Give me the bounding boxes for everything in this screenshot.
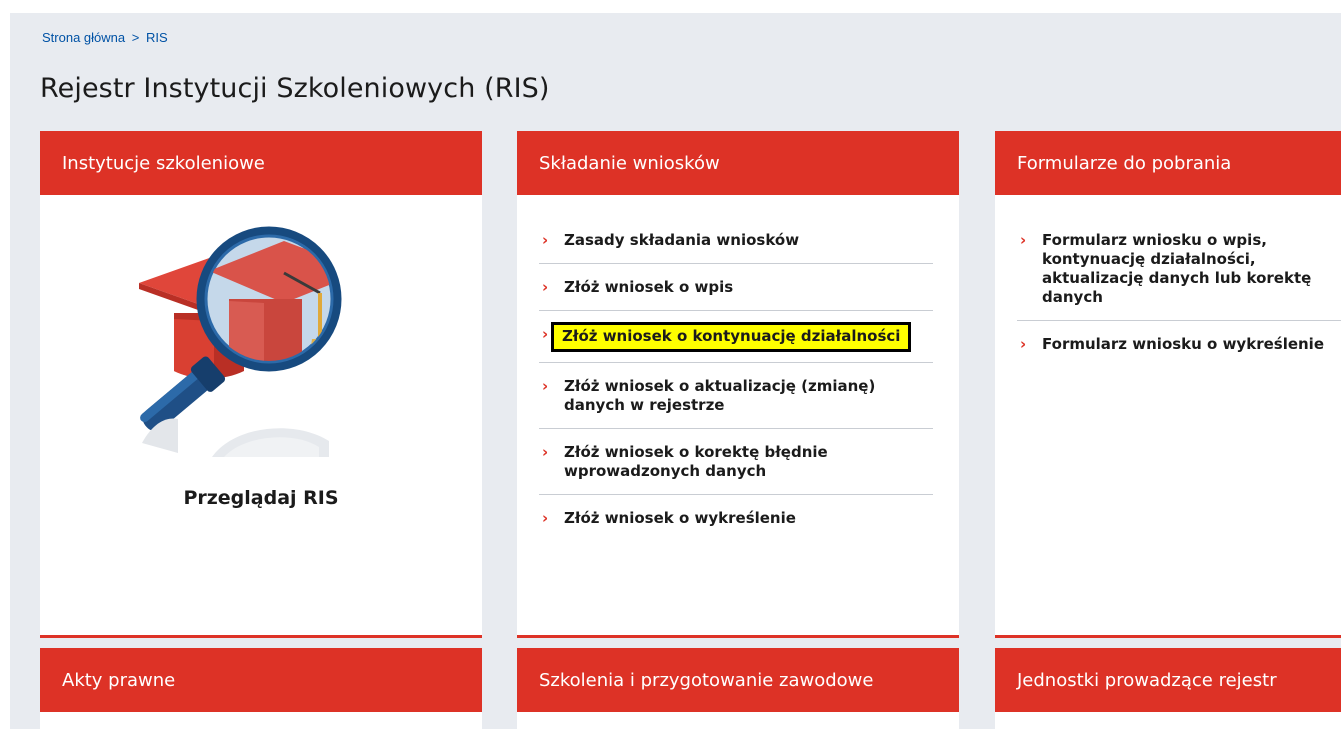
- card-institutions-header[interactable]: Instytucje szkoleniowe: [40, 131, 482, 195]
- page-title: Rejestr Instytucji Szkoleniowych (RIS): [40, 73, 550, 104]
- forms-link-list: › Formularz wniosku o wpis, kontynuację …: [1017, 231, 1341, 367]
- breadcrumb-home-link[interactable]: Strona główna: [42, 30, 125, 45]
- chevron-right-icon: ›: [542, 278, 549, 296]
- list-item: › Złóż wniosek o aktualizację (zmianę) d…: [539, 363, 933, 429]
- chevron-right-icon: ›: [542, 325, 549, 343]
- card-forms-header[interactable]: Formularze do pobrania: [995, 131, 1341, 195]
- card-institutions: Instytucje szkoleniowe Przeglądaj RIS: [40, 131, 482, 638]
- chevron-right-icon: ›: [542, 443, 549, 461]
- card-bottom-line: [517, 635, 959, 638]
- chevron-right-icon: ›: [542, 509, 549, 527]
- breadcrumb-separator: >: [131, 30, 140, 45]
- list-item: › Złóż wniosek o kontynuację działalnośc…: [539, 311, 933, 363]
- list-item: › Formularz wniosku o wykreślenie: [1017, 321, 1341, 367]
- browse-ris-link[interactable]: Przeglądaj RIS: [40, 487, 482, 509]
- card-applications-header[interactable]: Składanie wniosków: [517, 131, 959, 195]
- graduation-cap-magnifier-icon[interactable]: [134, 221, 344, 471]
- list-item: › Złóż wniosek o wpis: [539, 264, 933, 311]
- submit-correction-link[interactable]: Złóż wniosek o korektę błędnie wprowadzo…: [564, 443, 828, 480]
- chevron-right-icon: ›: [542, 231, 549, 249]
- list-item: › Formularz wniosku o wpis, kontynuację …: [1017, 231, 1341, 321]
- card-units-header[interactable]: Jednostki prowadzące rejestr: [995, 648, 1341, 712]
- page-content: Strona główna > RIS Rejestr Instytucji S…: [10, 13, 1341, 729]
- list-item: › Złóż wniosek o korektę błędnie wprowad…: [539, 429, 933, 495]
- list-item: › Złóż wniosek o wykreślenie: [539, 495, 933, 541]
- card-applications: Składanie wniosków › Zasady składania wn…: [517, 131, 959, 638]
- chevron-right-icon: ›: [1020, 231, 1027, 249]
- applications-link-list: › Zasady składania wniosków › Złóż wnios…: [539, 231, 933, 541]
- card-bottom-line: [995, 635, 1341, 638]
- card-units: Jednostki prowadzące rejestr: [995, 648, 1341, 729]
- breadcrumb-current: RIS: [145, 30, 168, 45]
- form-entry-download-link[interactable]: Formularz wniosku o wpis, kontynuację dz…: [1042, 231, 1311, 306]
- card-legal: Akty prawne: [40, 648, 482, 729]
- chevron-right-icon: ›: [542, 377, 549, 395]
- card-training-header[interactable]: Szkolenia i przygotowanie zawodowe: [517, 648, 959, 712]
- submit-removal-link[interactable]: Złóż wniosek o wykreślenie: [564, 509, 796, 527]
- card-legal-header[interactable]: Akty prawne: [40, 648, 482, 712]
- card-training: Szkolenia i przygotowanie zawodowe: [517, 648, 959, 729]
- list-item: › Zasady składania wniosków: [539, 231, 933, 264]
- submit-update-link[interactable]: Złóż wniosek o aktualizację (zmianę) dan…: [564, 377, 875, 414]
- breadcrumb: Strona główna > RIS: [42, 30, 168, 45]
- submit-entry-link[interactable]: Złóż wniosek o wpis: [564, 278, 733, 296]
- submit-continuation-link[interactable]: Złóż wniosek o kontynuację działalności: [550, 322, 912, 352]
- form-removal-download-link[interactable]: Formularz wniosku o wykreślenie: [1042, 335, 1324, 353]
- chevron-right-icon: ›: [1020, 335, 1027, 353]
- card-forms: Formularze do pobrania › Formularz wnios…: [995, 131, 1341, 638]
- card-bottom-line: [40, 635, 482, 638]
- application-rules-link[interactable]: Zasady składania wniosków: [564, 231, 799, 249]
